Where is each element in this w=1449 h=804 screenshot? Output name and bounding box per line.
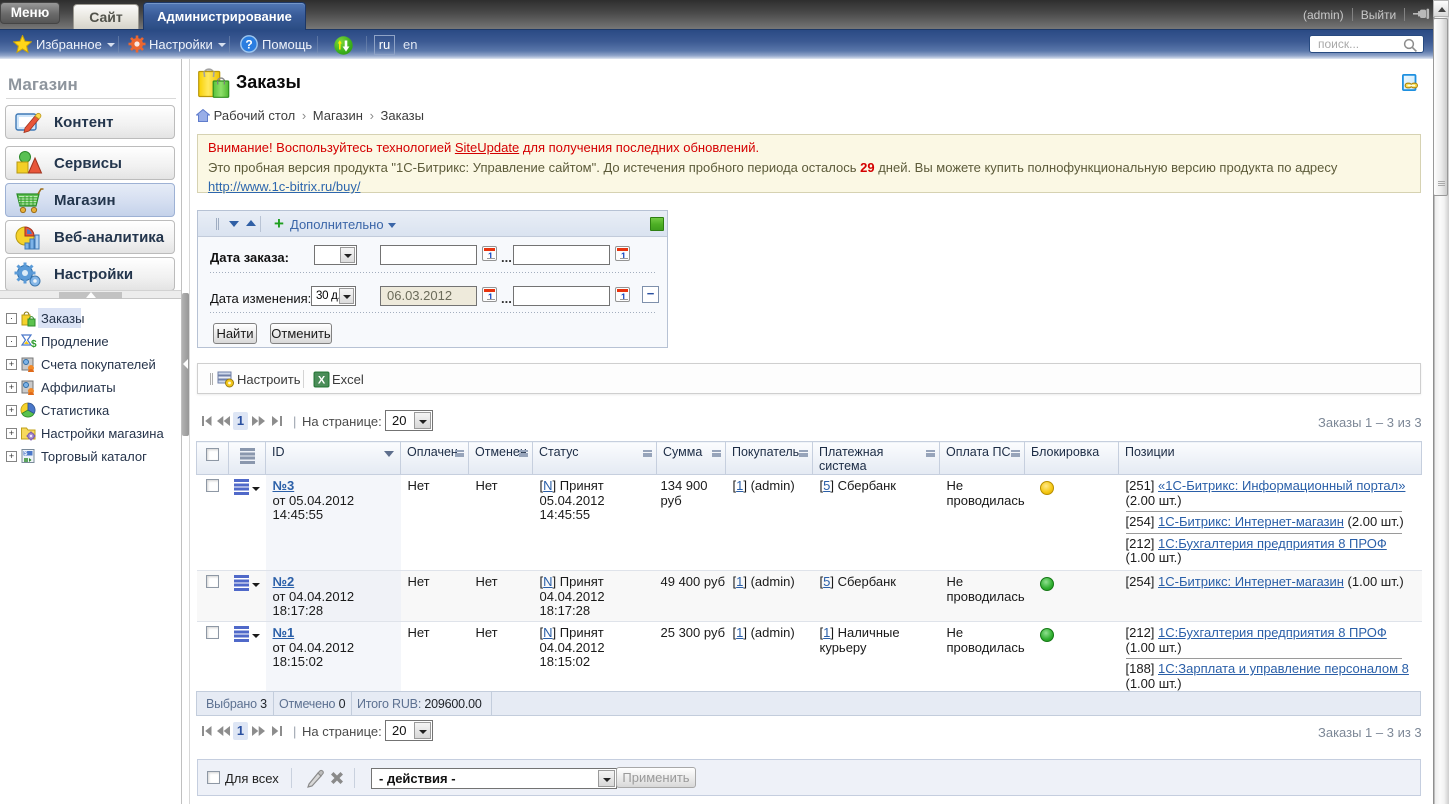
svg-text:$: $ [31, 339, 37, 350]
svg-text:X: X [318, 375, 326, 387]
svg-text:?: ? [245, 37, 252, 51]
